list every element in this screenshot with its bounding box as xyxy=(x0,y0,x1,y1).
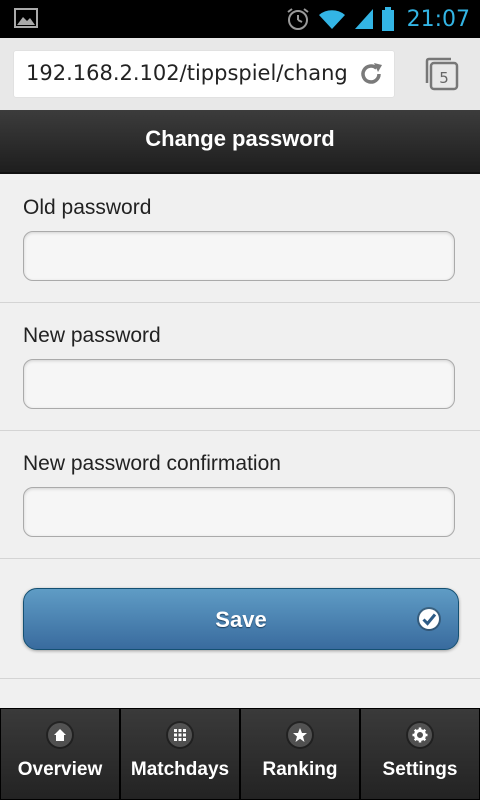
status-bar: 21:07 xyxy=(0,0,480,38)
new-password-input[interactable] xyxy=(23,359,455,409)
nav-overview-label: Overview xyxy=(17,759,103,780)
home-icon xyxy=(46,721,74,749)
save-button-label: Save xyxy=(215,607,267,632)
grid-icon xyxy=(166,721,194,749)
battery-icon xyxy=(381,7,394,31)
new-password-field: New password xyxy=(0,302,480,431)
nav-settings[interactable]: Settings xyxy=(360,708,480,800)
new-password-confirmation-label: New password confirmation xyxy=(23,452,281,475)
nav-settings-label: Settings xyxy=(382,759,458,780)
save-button[interactable]: Save xyxy=(23,588,459,650)
nav-matchdays[interactable]: Matchdays xyxy=(120,708,240,800)
reload-icon[interactable] xyxy=(358,61,384,87)
old-password-label: Old password xyxy=(23,196,152,219)
url-bar[interactable]: 192.168.2.102/tippspiel/chang xyxy=(14,51,394,97)
alarm-icon xyxy=(286,8,309,30)
signal-icon xyxy=(354,9,373,29)
new-password-label: New password xyxy=(23,324,161,347)
nav-overview[interactable]: Overview xyxy=(0,708,120,800)
image-notification-icon xyxy=(14,8,38,28)
old-password-field: Old password xyxy=(0,174,480,303)
check-icon xyxy=(417,607,441,631)
page-header: Change password xyxy=(0,110,480,174)
new-password-confirmation-input[interactable] xyxy=(23,487,455,537)
url-text[interactable]: 192.168.2.102/tippspiel/chang xyxy=(26,61,346,85)
clock: 21:07 xyxy=(406,6,470,32)
new-password-confirmation-field: New password confirmation xyxy=(0,430,480,559)
page-title: Change password xyxy=(145,126,335,151)
bottom-navbar: Overview Matchdays Ranking Settings xyxy=(0,708,480,800)
old-password-input[interactable] xyxy=(23,231,455,281)
divider xyxy=(0,678,480,679)
nav-ranking-label: Ranking xyxy=(262,759,338,780)
browser-toolbar: 192.168.2.102/tippspiel/chang 5 xyxy=(0,38,480,111)
tabs-icon[interactable]: 5 xyxy=(424,56,460,92)
wifi-icon xyxy=(318,10,345,30)
star-icon xyxy=(286,721,314,749)
nav-matchdays-label: Matchdays xyxy=(130,759,230,780)
tab-count: 5 xyxy=(439,69,449,87)
nav-ranking[interactable]: Ranking xyxy=(240,708,360,800)
gear-icon xyxy=(406,721,434,749)
